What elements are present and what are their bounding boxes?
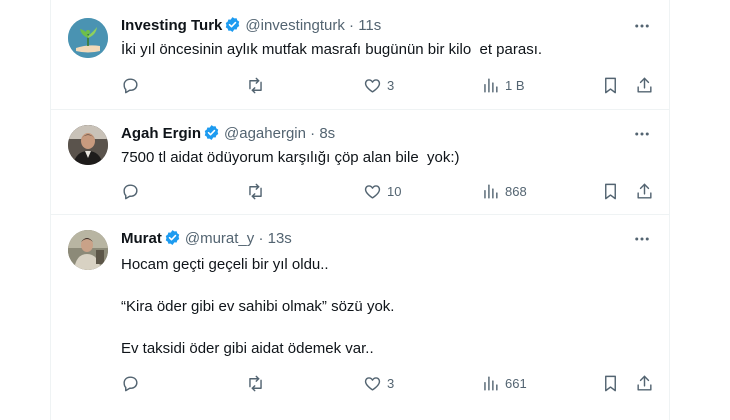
like-button[interactable]: 3 bbox=[363, 75, 394, 95]
reply-icon bbox=[123, 77, 138, 93]
profile-photo-icon bbox=[68, 230, 108, 270]
views-count: 661 bbox=[505, 375, 527, 391]
handle[interactable]: @agahergin bbox=[224, 125, 306, 142]
retweet-button[interactable] bbox=[246, 75, 270, 95]
bookmark-icon bbox=[605, 375, 616, 391]
views-button[interactable]: 1 B bbox=[481, 75, 525, 95]
separator-dot: · bbox=[349, 17, 355, 34]
handle[interactable]: @murat_y bbox=[185, 230, 254, 247]
tweet-header: Agah Ergin @agahergin · 8s bbox=[121, 124, 335, 144]
heart-icon bbox=[364, 78, 381, 93]
reply-button[interactable] bbox=[121, 373, 145, 393]
more-options-icon[interactable] bbox=[633, 125, 651, 143]
bookmark-button[interactable] bbox=[601, 75, 620, 95]
retweet-button[interactable] bbox=[246, 181, 270, 201]
heart-icon bbox=[364, 184, 381, 199]
reply-icon bbox=[123, 183, 138, 199]
retweet-button[interactable] bbox=[246, 373, 270, 393]
profile-photo-icon bbox=[68, 125, 108, 165]
views-count: 868 bbox=[505, 183, 527, 199]
tweet-text: İki yıl öncesinin aylık mutfak masrafı b… bbox=[121, 41, 543, 58]
tweet-text-line: Ev taksidi öder gibi aidat ödemek var.. bbox=[121, 340, 374, 357]
like-count: 10 bbox=[387, 183, 402, 199]
plant-in-hand-icon bbox=[68, 18, 108, 58]
more-options-icon[interactable] bbox=[633, 17, 651, 35]
retweet-icon bbox=[249, 375, 262, 391]
reply-button[interactable] bbox=[121, 75, 145, 95]
heart-icon bbox=[364, 376, 381, 391]
bookmark-button[interactable] bbox=[601, 373, 620, 393]
views-bar-chart-icon bbox=[484, 77, 498, 93]
share-button[interactable] bbox=[635, 181, 654, 201]
views-count: 1 B bbox=[505, 77, 525, 93]
tweet-text-line: Hocam geçti geçeli bir yıl oldu.. bbox=[121, 256, 329, 273]
like-count: 3 bbox=[387, 77, 395, 93]
tweet[interactable]: Agah Ergin @agahergin · 8s 7500 tl aidat … bbox=[51, 110, 669, 215]
verified-badge-icon bbox=[165, 230, 180, 245]
reply-button[interactable] bbox=[121, 181, 145, 201]
like-button[interactable]: 10 bbox=[363, 181, 401, 201]
reply-icon bbox=[123, 375, 138, 391]
retweet-icon bbox=[249, 183, 262, 199]
tweet[interactable]: Murat @murat_y · 13s Hocam geçti geçeli b… bbox=[51, 215, 669, 420]
timestamp[interactable]: 13s bbox=[268, 230, 292, 247]
avatar[interactable] bbox=[68, 18, 108, 58]
views-bar-chart-icon bbox=[484, 375, 498, 391]
views-button[interactable]: 661 bbox=[481, 373, 527, 393]
share-icon bbox=[637, 375, 652, 391]
timestamp[interactable]: 8s bbox=[319, 125, 335, 142]
bookmark-icon bbox=[605, 183, 616, 199]
tweet-text: 7500 tl aidat ödüyorum karşılığı çöp ala… bbox=[121, 149, 460, 166]
like-count: 3 bbox=[387, 375, 395, 391]
display-name[interactable]: Agah Ergin bbox=[121, 125, 201, 142]
handle[interactable]: @investingturk bbox=[245, 17, 344, 34]
more-options-icon[interactable] bbox=[633, 230, 651, 248]
tweet-header: Murat @murat_y · 13s bbox=[121, 229, 292, 249]
like-button[interactable]: 3 bbox=[363, 373, 394, 393]
views-bar-chart-icon bbox=[484, 183, 498, 199]
share-button[interactable] bbox=[635, 75, 654, 95]
avatar[interactable] bbox=[68, 125, 108, 165]
share-icon bbox=[637, 183, 652, 199]
separator-dot: · bbox=[258, 230, 264, 247]
tweet-text-line: “Kira öder gibi ev sahibi olmak” sözü yo… bbox=[121, 298, 395, 315]
verified-badge-icon bbox=[226, 17, 240, 32]
share-button[interactable] bbox=[635, 373, 654, 393]
display-name[interactable]: Murat bbox=[121, 230, 162, 247]
share-icon bbox=[637, 77, 652, 93]
separator-dot: · bbox=[310, 125, 316, 142]
tweet[interactable]: Investing Turk @investingturk · 11s İki y… bbox=[51, 0, 669, 110]
views-button[interactable]: 868 bbox=[481, 181, 527, 201]
bookmark-icon bbox=[605, 77, 616, 93]
bookmark-button[interactable] bbox=[601, 181, 620, 201]
timeline: Investing Turk @investingturk · 11s İki y… bbox=[50, 0, 670, 420]
avatar[interactable] bbox=[68, 230, 108, 270]
retweet-icon bbox=[249, 77, 262, 93]
tweet-header: Investing Turk @investingturk · 11s bbox=[121, 16, 381, 36]
timestamp[interactable]: 11s bbox=[358, 17, 381, 34]
verified-badge-icon bbox=[204, 125, 219, 140]
display-name[interactable]: Investing Turk bbox=[121, 17, 222, 34]
